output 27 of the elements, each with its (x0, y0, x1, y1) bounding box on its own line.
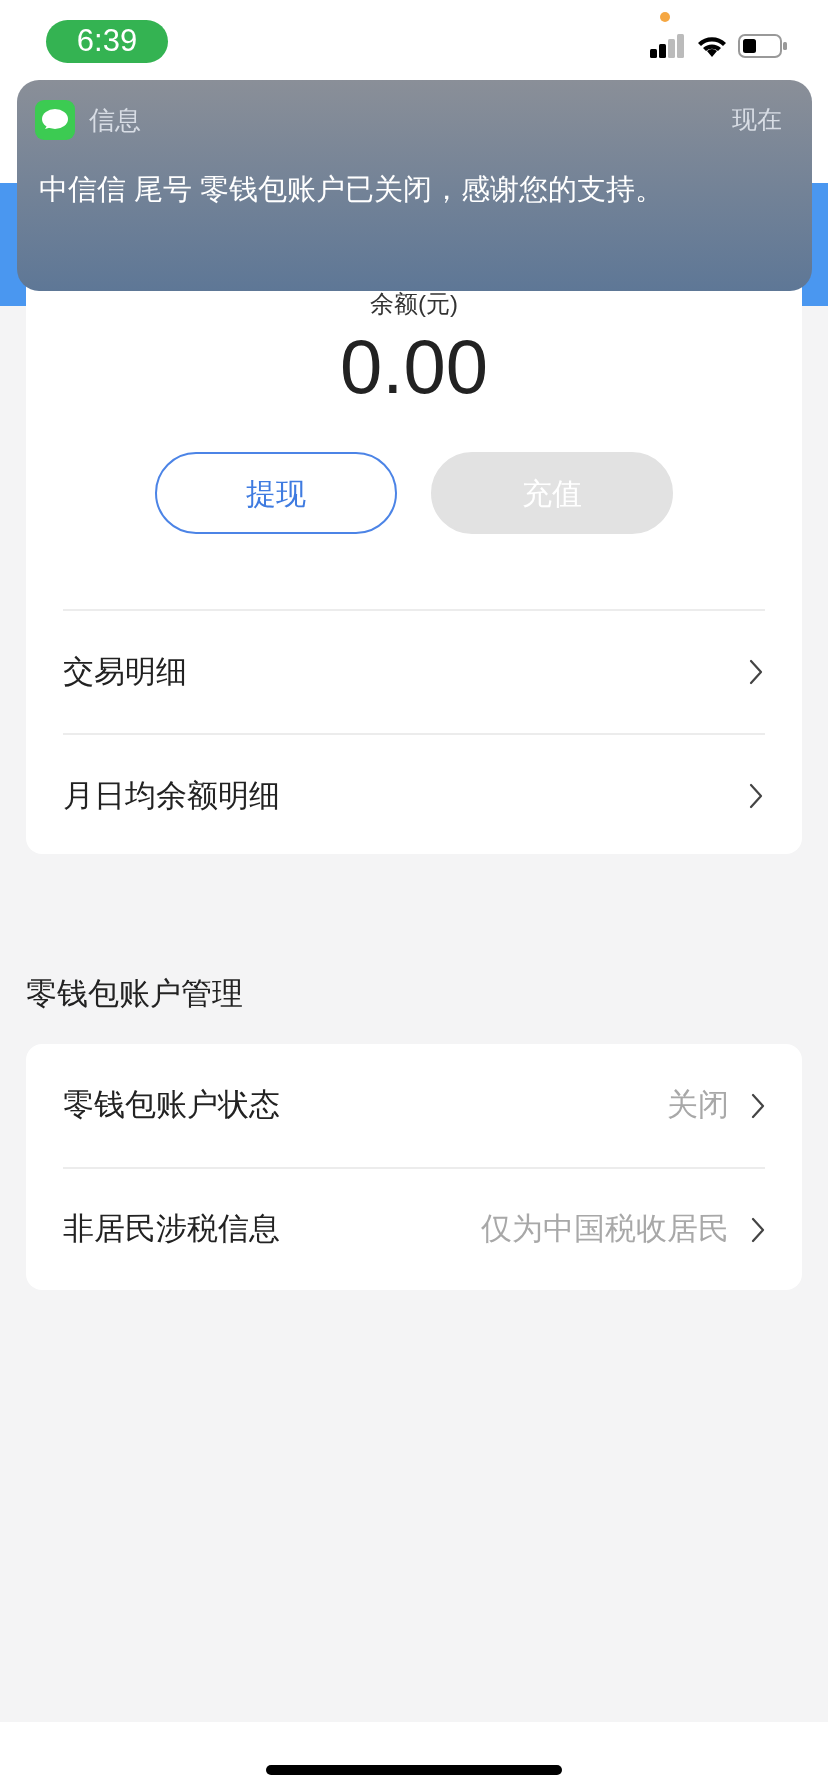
messages-app-icon (35, 100, 75, 140)
list-row[interactable]: 非居民涉税信息 仅为中国税收居民 (63, 1167, 765, 1290)
time-pill: 6:39 (46, 20, 168, 63)
row-label: 月日均余额明细 (63, 776, 280, 815)
row-value: 仅为中国税收居民 (481, 1210, 729, 1249)
notification-message: 中信信 尾号 零钱包账户已关闭，感谢您的支持。 (39, 172, 666, 207)
action-button[interactable]: 提现 (155, 452, 397, 534)
list-row[interactable]: 交易明细 (63, 609, 765, 733)
notification-time: 现在 (732, 104, 782, 136)
list-row[interactable]: 月日均余额明细 (63, 733, 765, 857)
signal-icon (650, 34, 686, 58)
list-row[interactable]: 零钱包账户状态 关闭 (63, 1044, 765, 1167)
chevron-right-icon (749, 659, 763, 685)
section-title: 零钱包账户管理 (26, 975, 244, 1013)
notification-banner[interactable]: 信息 现在 中信信 尾号 零钱包账户已关闭，感谢您的支持。 (17, 80, 812, 291)
chevron-right-icon (751, 1216, 765, 1243)
row-label: 交易明细 (63, 652, 187, 691)
wifi-icon (696, 34, 728, 58)
balance-label: 余额(元) (370, 289, 458, 319)
chevron-right-icon (749, 783, 763, 809)
app-name: 信息 (89, 103, 141, 137)
row-label: 零钱包账户状态 (63, 1086, 280, 1125)
balance-amount: 0.00 (340, 323, 488, 411)
battery-icon (738, 34, 788, 58)
row-label: 非居民涉税信息 (63, 1210, 280, 1249)
chevron-right-icon (751, 1092, 765, 1119)
row-value: 关闭 (667, 1086, 729, 1125)
